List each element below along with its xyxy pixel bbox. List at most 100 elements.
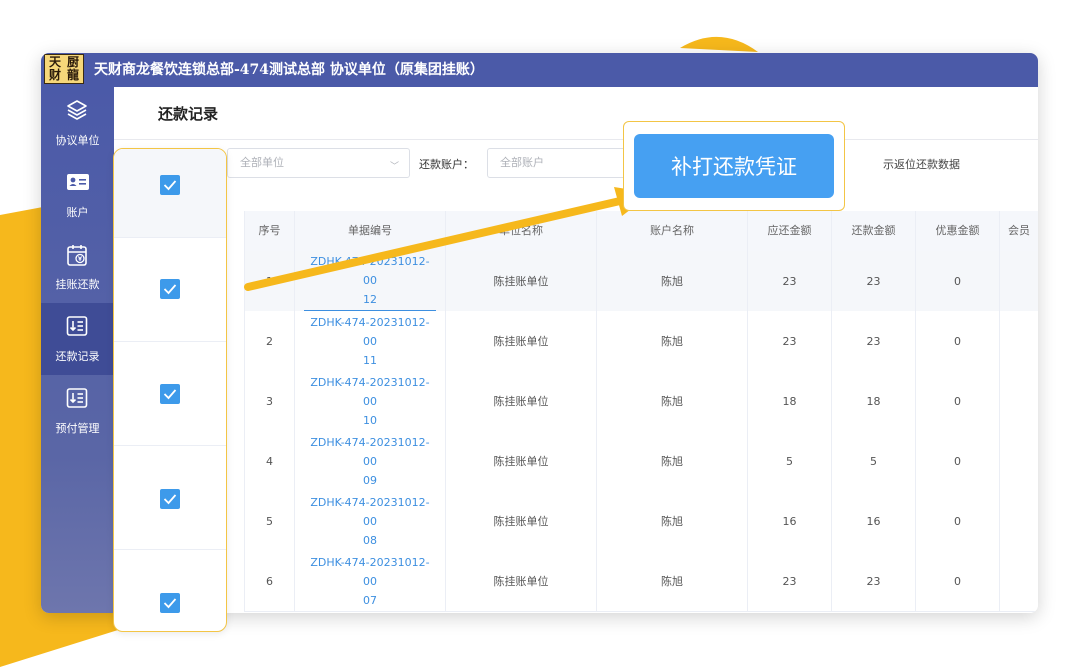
table-row[interactable]: 3 ZDHK-474-20231012-00 10 陈挂账单位 陈旭 18 18 … <box>244 371 1038 432</box>
reprint-repayment-voucher-button[interactable]: 补打还款凭证 <box>634 134 834 198</box>
cell-unit-name: 陈挂账单位 <box>445 431 596 491</box>
checkmark-icon <box>163 598 177 609</box>
row-checkbox[interactable] <box>160 489 180 509</box>
cell-member <box>999 431 1038 491</box>
cell-member <box>999 251 1038 311</box>
table-row[interactable]: 6 ZDHK-474-20231012-00 07 陈挂账单位 陈旭 23 23 … <box>244 551 1038 612</box>
cell-discount: 0 <box>915 311 999 371</box>
cell-member <box>999 371 1038 431</box>
account-select[interactable]: 全部账户 <box>487 148 637 178</box>
cell-member <box>999 311 1038 371</box>
bill-number-link[interactable]: ZDHK-474-20231012-00 11 <box>294 311 445 371</box>
cell-seq: 2 <box>244 311 294 371</box>
select-all-cell <box>114 149 226 238</box>
sidebar: 协议单位 账户 挂账还款 还款记录 预付管理 <box>41 87 114 613</box>
bill-number-link[interactable]: ZDHK-474-20231012-00 10 <box>294 371 445 431</box>
row-checkbox[interactable] <box>160 279 180 299</box>
cell-unit-name: 陈挂账单位 <box>445 491 596 551</box>
brand-logo: 天 厨 财 龍 <box>44 54 84 84</box>
cell-member <box>999 491 1038 551</box>
cell-unit-name: 陈挂账单位 <box>445 311 596 371</box>
row-checkbox[interactable] <box>160 384 180 404</box>
account-select-placeholder: 全部账户 <box>500 156 544 169</box>
window-title: 天财商龙餐饮连锁总部-474测试总部 协议单位（原集团挂账） <box>94 62 484 78</box>
cell-account-name: 陈旭 <box>596 491 747 551</box>
calendar-yen-icon <box>67 245 87 266</box>
account-filter-label: 还款账户： <box>419 158 474 171</box>
sidebar-item-label: 账户 <box>66 206 89 219</box>
sidebar-item-label: 预付管理 <box>55 422 100 435</box>
cell-amount-paid: 23 <box>831 251 915 311</box>
table-header: 序号 单据编号 单位名称 账户名称 应还金额 还款金额 优惠金额 会员 <box>244 211 1038 252</box>
sidebar-item-repayment-records[interactable]: 还款记录 <box>41 303 114 375</box>
sidebar-item-label: 还款记录 <box>55 350 100 363</box>
cell-account-name: 陈旭 <box>596 551 747 611</box>
select-all-checkbox[interactable] <box>160 175 180 195</box>
cell-amount-due: 5 <box>747 431 831 491</box>
cell-amount-due: 23 <box>747 251 831 311</box>
cell-discount: 0 <box>915 491 999 551</box>
cell-account-name: 陈旭 <box>596 431 747 491</box>
sidebar-item-credit-repayment[interactable]: 挂账还款 <box>41 231 114 303</box>
cell-amount-paid: 18 <box>831 371 915 431</box>
cell-amount-due: 23 <box>747 311 831 371</box>
bill-number-link[interactable]: ZDHK-474-20231012-00 07 <box>294 551 445 611</box>
row-checkbox[interactable] <box>160 593 180 613</box>
chevron-down-icon: ﹀ <box>389 162 399 172</box>
column-header-amount-paid: 还款金额 <box>831 211 915 251</box>
sidebar-item-label: 协议单位 <box>55 134 100 147</box>
row-checkbox-cell <box>114 237 226 342</box>
table-row[interactable]: 5 ZDHK-474-20231012-00 08 陈挂账单位 陈旭 16 16 … <box>244 491 1038 552</box>
bill-number-link[interactable]: ZDHK-474-20231012-00 12 <box>294 251 445 311</box>
divider <box>114 139 1038 140</box>
table-row[interactable]: 2 ZDHK-474-20231012-00 11 陈挂账单位 陈旭 23 23 … <box>244 311 1038 372</box>
sidebar-item-agreement-units[interactable]: 协议单位 <box>41 87 114 159</box>
cell-discount: 0 <box>915 551 999 611</box>
column-header-account-name: 账户名称 <box>596 211 747 251</box>
download-list-icon <box>66 316 88 336</box>
page-title: 还款记录 <box>158 105 219 123</box>
row-checkbox-cell <box>114 549 226 631</box>
cell-member <box>999 551 1038 611</box>
cell-unit-name: 陈挂账单位 <box>445 551 596 611</box>
row-checkbox-cell <box>114 341 226 446</box>
column-header-discount: 优惠金额 <box>915 211 999 251</box>
cell-seq: 6 <box>244 551 294 611</box>
cell-seq: 1 <box>244 251 294 311</box>
cell-amount-paid: 23 <box>831 311 915 371</box>
table-row[interactable]: 4 ZDHK-474-20231012-00 09 陈挂账单位 陈旭 5 5 0 <box>244 431 1038 492</box>
cell-amount-paid: 16 <box>831 491 915 551</box>
column-header-unit-name: 单位名称 <box>445 211 596 251</box>
checkmark-icon <box>163 180 177 191</box>
checkmark-icon <box>163 284 177 295</box>
cell-amount-paid: 23 <box>831 551 915 611</box>
layers-icon <box>67 100 87 120</box>
column-header-member: 会员 <box>999 211 1038 251</box>
cell-unit-name: 陈挂账单位 <box>445 251 596 311</box>
title-bar: 天 厨 财 龍 天财商龙餐饮连锁总部-474测试总部 协议单位（原集团挂账） <box>41 53 1038 87</box>
callout-box: 补打还款凭证 <box>623 121 845 211</box>
sidebar-item-prepaid-management[interactable]: 预付管理 <box>41 375 114 447</box>
cell-account-name: 陈旭 <box>596 371 747 431</box>
column-header-seq: 序号 <box>244 211 294 251</box>
sidebar-item-label: 挂账还款 <box>55 278 100 291</box>
checkmark-icon <box>163 494 177 505</box>
cell-discount: 0 <box>915 431 999 491</box>
cell-amount-due: 16 <box>747 491 831 551</box>
sidebar-item-accounts[interactable]: 账户 <box>41 159 114 231</box>
table-row[interactable]: 1 ZDHK-474-20231012-00 12 陈挂账单位 陈旭 23 23 … <box>244 251 1038 312</box>
checkmark-icon <box>163 389 177 400</box>
cell-amount-paid: 5 <box>831 431 915 491</box>
column-header-amount-due: 应还金额 <box>747 211 831 251</box>
cell-seq: 3 <box>244 371 294 431</box>
cell-seq: 4 <box>244 431 294 491</box>
download-list-icon <box>66 388 88 408</box>
cell-seq: 5 <box>244 491 294 551</box>
main-content: 还款记录 全部单位 ﹀ 还款账户： 全部账户 示返位还款数据 序号 单据编号 单… <box>114 87 1038 613</box>
unit-select[interactable]: 全部单位 ﹀ <box>227 148 410 178</box>
cell-amount-due: 18 <box>747 371 831 431</box>
bill-number-link[interactable]: ZDHK-474-20231012-00 09 <box>294 431 445 491</box>
bill-number-link[interactable]: ZDHK-474-20231012-00 08 <box>294 491 445 551</box>
cell-unit-name: 陈挂账单位 <box>445 371 596 431</box>
cell-discount: 0 <box>915 251 999 311</box>
